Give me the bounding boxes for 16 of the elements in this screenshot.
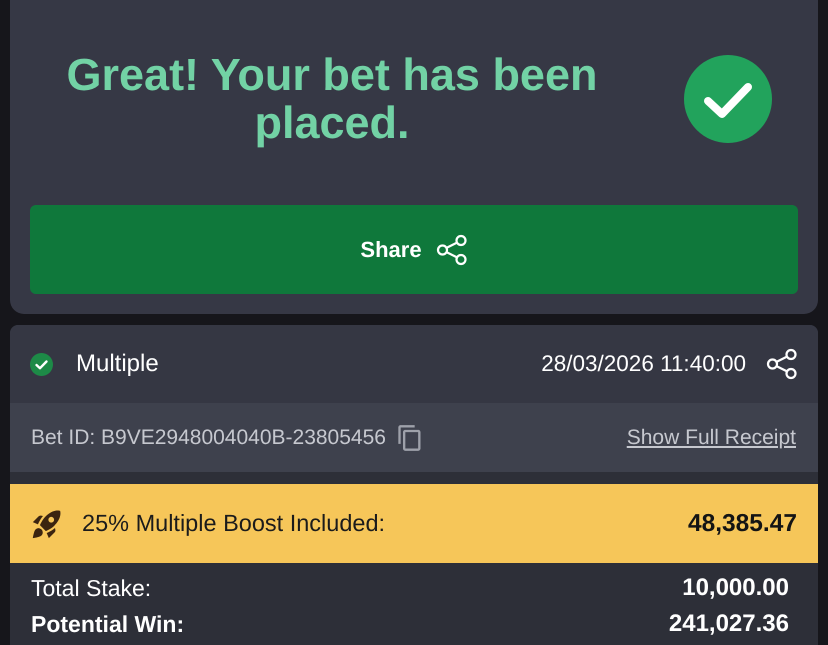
total-label: Potential Win: — [31, 610, 184, 638]
total-value: 241,027.36 — [668, 610, 789, 638]
total-value: 10,000.00 — [682, 574, 789, 602]
bet-type-label: Multiple — [76, 350, 159, 378]
success-check-icon — [684, 55, 772, 143]
confirmation-title: Great! Your bet has been placed. — [66, 51, 598, 147]
boost-label: 25% Multiple Boost Included: — [82, 510, 386, 537]
bet-id-text: Bet ID: B9VE2948004040B-23805456 — [31, 426, 386, 450]
placed-date: 28/03/2026 11:40:00 — [541, 351, 746, 377]
share-button[interactable]: Share — [30, 205, 798, 294]
share-icon — [436, 234, 468, 266]
share-icon[interactable] — [766, 348, 798, 380]
boost-amount: 48,385.47 — [688, 510, 797, 538]
total-label: Total Stake: — [31, 574, 152, 602]
show-full-receipt-link[interactable]: Show Full Receipt — [626, 426, 796, 450]
check-circle-icon — [30, 352, 53, 376]
